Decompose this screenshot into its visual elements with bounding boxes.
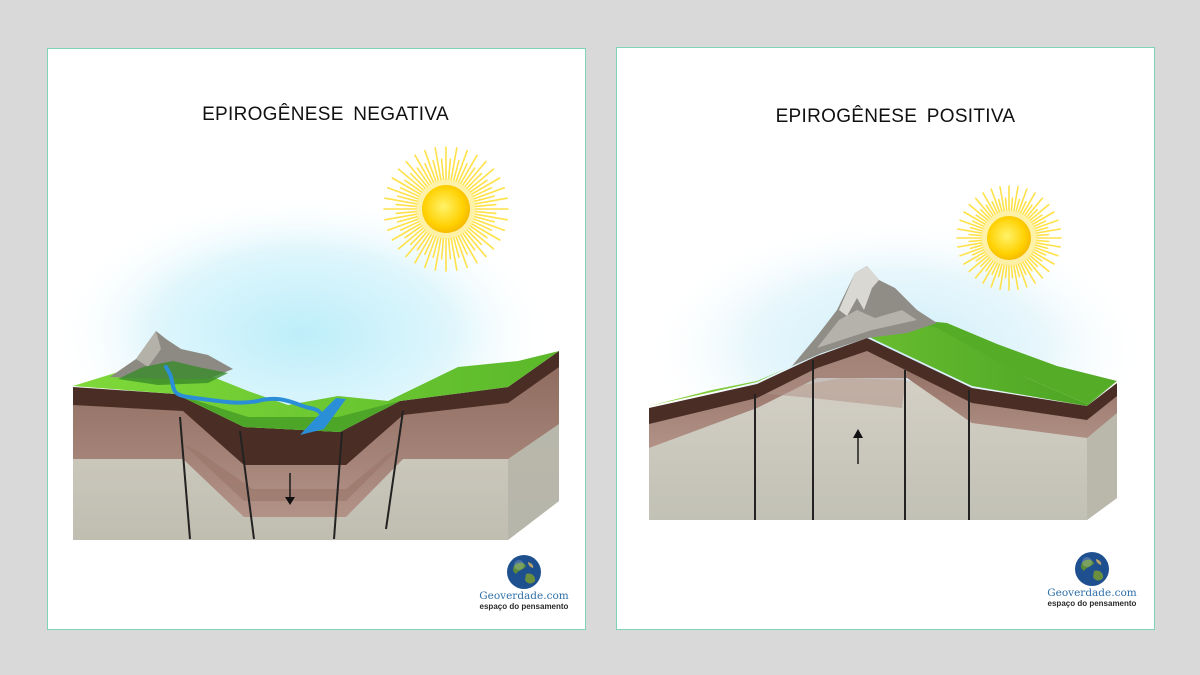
sun-ray <box>440 158 445 180</box>
sun-ray <box>1029 203 1050 221</box>
panel-positive: EPIROGÊNESE POSITIVA Geoverdade.com espa… <box>616 47 1155 630</box>
title-positive: EPIROGÊNESE POSITIVA <box>775 106 1016 127</box>
logo-tagline: espaço do pensamento <box>1047 599 1137 608</box>
logo-tagline: espaço do pensamento <box>479 602 569 611</box>
globe-icon <box>507 555 541 589</box>
sun-ray <box>968 239 982 243</box>
sun-ray <box>475 210 497 215</box>
sun-ray <box>968 203 989 221</box>
sun-ray <box>1010 265 1014 279</box>
logo-name: Geoverdade.com <box>1047 587 1137 599</box>
sun-ray <box>1036 233 1050 237</box>
sun-ray <box>1026 197 1044 218</box>
uplift-diagram <box>647 185 1147 520</box>
logo-name: Geoverdade.com <box>479 590 569 602</box>
sun-ray <box>447 158 452 180</box>
sun-ray <box>1036 239 1050 243</box>
sun-ray <box>1004 265 1008 279</box>
title-negative: EPIROGÊNESE NEGATIVA <box>202 104 449 125</box>
panel-negative: EPIROGÊNESE NEGATIVA Geoverdade.com espa… <box>47 48 586 630</box>
logo-positive: Geoverdade.com espaço do pensamento <box>1037 551 1147 608</box>
sun-ray <box>475 203 497 208</box>
sun-ray <box>974 197 992 218</box>
sun-ray <box>1004 197 1008 211</box>
subsidence-diagram <box>53 146 559 540</box>
sun-ray <box>968 233 982 237</box>
globe-icon <box>1075 552 1109 586</box>
logo-negative: Geoverdade.com espaço do pensamento <box>469 554 579 611</box>
sun-ray <box>1010 197 1014 211</box>
